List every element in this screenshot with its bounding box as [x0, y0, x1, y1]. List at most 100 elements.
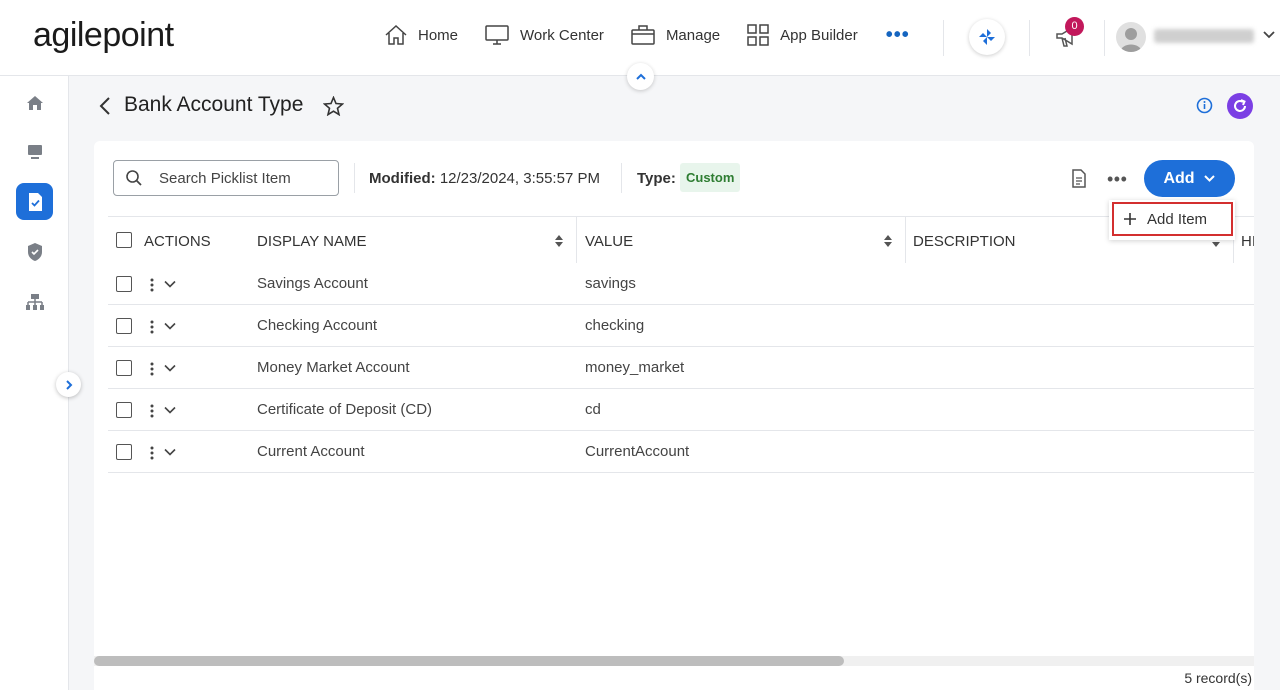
shield-icon — [27, 242, 42, 261]
display-name-cell: Current Account — [257, 443, 365, 460]
notification-count-badge: 0 — [1065, 17, 1084, 36]
row-checkbox[interactable] — [116, 360, 132, 376]
username-blurred[interactable] — [1154, 29, 1254, 43]
row-checkbox[interactable] — [116, 276, 132, 292]
record-count: 5 record(s) — [1184, 670, 1252, 686]
divider — [354, 163, 355, 193]
grid-icon — [747, 24, 769, 46]
add-item-menu-item[interactable]: Add Item — [1112, 202, 1233, 236]
ai-assistant-button[interactable] — [969, 19, 1005, 55]
column-separator[interactable] — [576, 217, 577, 263]
divider — [1104, 20, 1105, 56]
user-icon — [1120, 28, 1142, 52]
nav-home-label: Home — [418, 26, 459, 44]
modified-value: 12/23/2024, 3:55:57 PM — [439, 170, 600, 187]
table-row: Certificate of Deposit (CD) cd — [108, 389, 1254, 431]
kebab-menu-icon[interactable] — [150, 320, 154, 334]
plus-icon — [1124, 213, 1136, 225]
chevron-down-icon — [1203, 175, 1215, 182]
kebab-menu-icon[interactable] — [150, 278, 154, 292]
row-checkbox[interactable] — [116, 318, 132, 334]
divider — [1029, 20, 1030, 56]
org-chart-icon — [25, 293, 44, 310]
chevron-right-icon — [65, 379, 72, 390]
nav-home[interactable]: Home — [384, 24, 458, 46]
document-icon[interactable] — [1071, 169, 1087, 188]
rail-data-entities[interactable] — [16, 183, 53, 220]
column-header-description[interactable]: DESCRIPTION — [913, 233, 1016, 250]
row-checkbox[interactable] — [116, 402, 132, 418]
home-icon — [26, 95, 43, 110]
search-input[interactable]: Search Picklist Item — [113, 160, 339, 196]
value-cell: money_market — [585, 359, 685, 376]
collapse-header-button[interactable] — [627, 63, 654, 90]
add-dropdown-menu: Add Item — [1109, 200, 1235, 240]
main-nav: Home Work Center Manage App Builder ••• — [384, 24, 910, 46]
table-row: Current Account CurrentAccount — [108, 431, 1254, 473]
search-placeholder: Search Picklist Item — [159, 169, 291, 187]
table-row: Money Market Account money_market — [108, 347, 1254, 389]
value-cell: cd — [585, 401, 601, 418]
chevron-down-icon[interactable] — [164, 322, 176, 330]
kebab-menu-icon[interactable] — [150, 404, 154, 418]
horizontal-scrollbar[interactable] — [94, 656, 1254, 666]
sort-icon[interactable] — [555, 235, 563, 247]
chevron-down-icon[interactable] — [1262, 30, 1276, 40]
pinwheel-icon — [979, 29, 995, 45]
kebab-menu-icon[interactable] — [150, 362, 154, 376]
kebab-menu-icon[interactable] — [150, 446, 154, 460]
nav-manage-label: Manage — [665, 26, 721, 44]
type-info: Type: — [637, 170, 676, 187]
column-header-hidden[interactable]: HI — [1241, 233, 1254, 250]
chevron-down-icon[interactable] — [164, 364, 176, 372]
divider — [621, 163, 622, 193]
rail-home[interactable] — [16, 84, 53, 121]
info-icon[interactable] — [1196, 97, 1213, 114]
nav-work-center-label: Work Center — [520, 26, 604, 44]
more-options-icon[interactable]: ••• — [1107, 170, 1127, 188]
nav-work-center[interactable]: Work Center — [484, 24, 604, 46]
type-badge: Custom — [680, 163, 741, 192]
chevron-down-icon[interactable] — [164, 406, 176, 414]
nav-app-builder[interactable]: App Builder — [746, 24, 858, 46]
back-arrow-icon[interactable] — [98, 96, 112, 116]
sort-icon[interactable] — [884, 235, 892, 247]
briefcase-icon — [631, 25, 655, 45]
table-row: Checking Account checking — [108, 305, 1254, 347]
scrollbar-thumb[interactable] — [94, 656, 844, 666]
rail-security[interactable] — [16, 233, 53, 270]
refresh-icon — [1234, 99, 1246, 112]
divider — [943, 20, 944, 56]
add-button-label: Add — [1163, 169, 1195, 187]
nav-more-icon[interactable]: ••• — [886, 25, 910, 45]
chevron-down-icon[interactable] — [164, 280, 176, 288]
value-cell: CurrentAccount — [585, 443, 690, 460]
page-title: Bank Account Type — [124, 93, 304, 116]
refresh-button[interactable] — [1227, 93, 1253, 119]
column-header-value[interactable]: VALUE — [585, 233, 633, 250]
avatar[interactable] — [1116, 22, 1146, 52]
chevron-down-icon[interactable] — [164, 448, 176, 456]
star-icon[interactable] — [323, 96, 344, 116]
chevron-up-icon — [635, 73, 646, 80]
nav-app-builder-label: App Builder — [780, 26, 858, 44]
search-icon — [126, 170, 142, 186]
rail-organization[interactable] — [16, 283, 53, 320]
home-icon — [385, 24, 407, 45]
agilepoint-logo[interactable]: agilepoint — [33, 16, 174, 55]
nav-manage[interactable]: Manage — [630, 24, 720, 46]
add-button[interactable]: Add — [1144, 160, 1235, 197]
column-header-display-name[interactable]: DISPLAY NAME — [257, 233, 366, 250]
column-header-actions: ACTIONS — [144, 233, 211, 250]
rail-work-center[interactable] — [16, 133, 53, 170]
modified-label: Modified: — [369, 170, 436, 187]
row-checkbox[interactable] — [116, 444, 132, 460]
monitor-icon — [27, 144, 42, 159]
type-label: Type: — [637, 170, 676, 187]
column-separator[interactable] — [905, 217, 906, 263]
value-cell: checking — [585, 317, 645, 334]
table-header: ACTIONS DISPLAY NAME VALUE DESCRIPTION H… — [108, 216, 1254, 263]
expand-rail-button[interactable] — [56, 372, 81, 397]
display-name-cell: Savings Account — [257, 275, 368, 292]
select-all-checkbox[interactable] — [116, 232, 132, 248]
